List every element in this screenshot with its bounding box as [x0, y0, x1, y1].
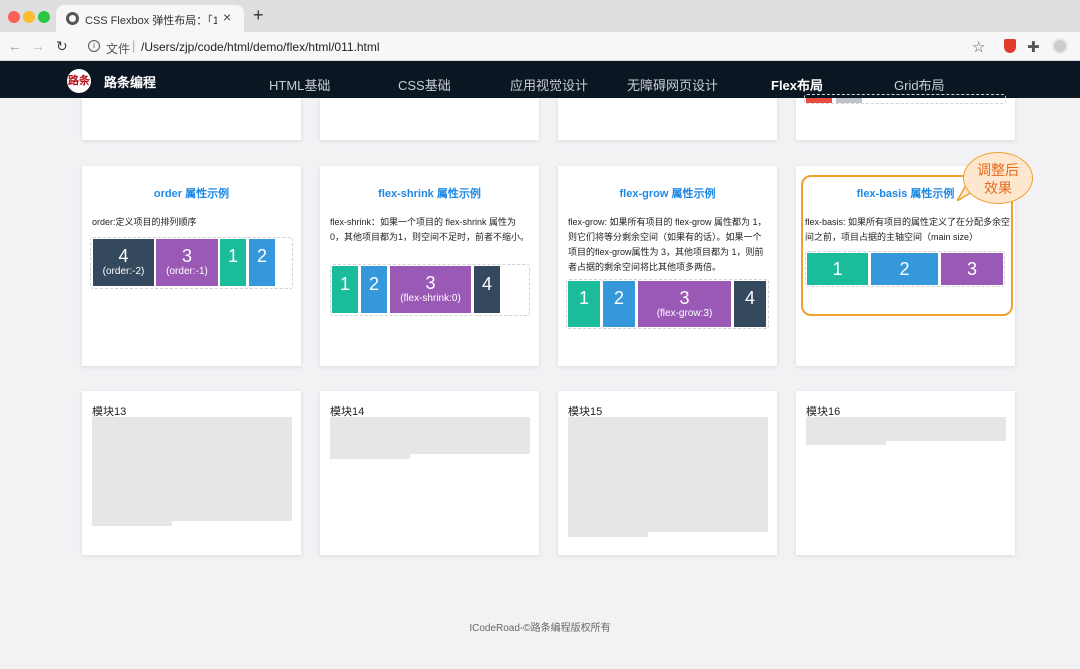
- flex-item: [806, 98, 832, 103]
- footer-copyright: ICodeRoad-©路条编程版权所有: [469, 623, 611, 634]
- flex-item-4: 4: [734, 281, 766, 327]
- browser-tab[interactable]: CSS Flexbox 弹性布局：「11」 ×: [56, 5, 244, 32]
- minimize-window-icon[interactable]: [23, 11, 35, 23]
- flex-item-1: 1: [332, 266, 358, 313]
- card-partial-1: [82, 98, 301, 140]
- flex-item-2: 2: [603, 281, 635, 327]
- module-13: 模块13: [82, 391, 301, 555]
- nav-accessibility[interactable]: 无障碍网页设计: [627, 75, 718, 94]
- placeholder-block: [806, 417, 1006, 441]
- flex-item-2: 2: [361, 266, 387, 313]
- nav-html[interactable]: HTML基础: [269, 75, 330, 94]
- address-bar: ← → ↻ i 文件 | /Users/zjp/code/html/demo/f…: [0, 32, 1080, 61]
- flex-item-1: 1: [220, 239, 246, 286]
- flex-item-4: 4: [474, 266, 500, 313]
- brand-name[interactable]: 路条编程: [104, 72, 156, 91]
- card-title: order 属性示例: [153, 188, 230, 200]
- tab-title: CSS Flexbox 弹性布局：「11」: [85, 15, 217, 27]
- placeholder-block: [806, 441, 886, 445]
- new-tab-button[interactable]: +: [253, 5, 264, 26]
- reload-button[interactable]: ↻: [56, 38, 68, 55]
- nav-grid[interactable]: Grid布局: [894, 75, 945, 94]
- url-separator: |: [132, 38, 136, 53]
- module-14: 模块14: [320, 391, 539, 555]
- callout-bubble: 调整后 效果: [963, 152, 1033, 204]
- card-partial-3: [558, 98, 777, 140]
- flex-item-3: 3 (flex-shrink:0): [390, 266, 471, 313]
- forward-button[interactable]: →: [31, 38, 45, 54]
- close-window-icon[interactable]: [8, 11, 20, 23]
- profile-avatar[interactable]: [1052, 38, 1068, 54]
- tab-close-icon[interactable]: ×: [223, 9, 231, 25]
- placeholder-block: [568, 532, 648, 537]
- placeholder-block: [330, 417, 530, 454]
- flex-item-3: 3 (order:-1): [156, 239, 218, 286]
- browser-tab-bar: CSS Flexbox 弹性布局：「11」 × +: [0, 0, 1080, 32]
- card-partial-2: [320, 98, 539, 140]
- flex-item: [836, 98, 862, 103]
- nav-flex[interactable]: Flex布局: [771, 75, 823, 94]
- url-text[interactable]: /Users/zjp/code/html/demo/flex/html/011.…: [141, 40, 380, 54]
- card-order: order 属性示例 order:定义项目的排列顺序 4 (order:-2) 3…: [82, 166, 301, 366]
- demo-container: [804, 94, 1006, 104]
- placeholder-block: [92, 417, 292, 521]
- bookmark-star-icon[interactable]: ☆: [972, 38, 985, 56]
- extension-icon[interactable]: [1004, 39, 1016, 53]
- module-15: 模块15: [558, 391, 777, 555]
- flex-item-4: 4 (order:-2): [93, 239, 154, 286]
- url-field[interactable]: i 文件 | /Users/zjp/code/html/demo/flex/ht…: [80, 35, 992, 58]
- card-partial-4: [796, 94, 1015, 140]
- globe-icon: [66, 12, 79, 25]
- nav-visual-design[interactable]: 应用视觉设计: [510, 75, 588, 94]
- placeholder-block: [330, 454, 410, 459]
- card-description: flex-grow: 如果所有项目的 flex-grow 属性都为 1，则它们将…: [568, 217, 767, 272]
- nav-css[interactable]: CSS基础: [398, 75, 451, 94]
- site-logo[interactable]: 路条: [67, 69, 91, 93]
- info-icon[interactable]: i: [88, 40, 100, 52]
- card-flex-grow: flex-grow 属性示例 flex-grow: 如果所有项目的 flex-g…: [558, 166, 777, 366]
- card-title: flex-shrink 属性示例: [378, 188, 481, 200]
- url-scheme: 文件: [106, 42, 131, 56]
- placeholder-block: [92, 521, 172, 526]
- card-title: flex-grow 属性示例: [619, 188, 716, 200]
- card-description: order:定义项目的排列顺序: [92, 217, 197, 227]
- extensions-icon[interactable]: ✚: [1027, 38, 1040, 56]
- placeholder-block: [568, 417, 768, 532]
- back-button[interactable]: ←: [8, 38, 22, 54]
- flex-item-2: 2: [249, 239, 275, 286]
- flex-item-3: 3 (flex-grow:3): [638, 281, 731, 327]
- card-description: flex-shrink：如果一个项目的 flex-shrink 属性为 0，其他…: [330, 217, 530, 242]
- maximize-window-icon[interactable]: [38, 11, 50, 23]
- module-16: 模块16: [796, 391, 1015, 555]
- card-flex-shrink: flex-shrink 属性示例 flex-shrink：如果一个项目的 fle…: [320, 166, 539, 366]
- flex-item-1: 1: [568, 281, 600, 327]
